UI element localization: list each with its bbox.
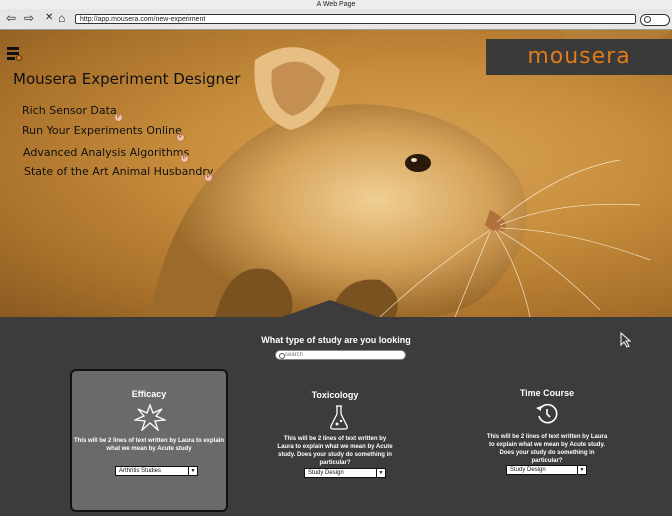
feature-label: Advanced Analysis Algorithms xyxy=(23,146,190,159)
feature-item[interactable]: Advanced Analysis Algorithms xyxy=(23,146,189,159)
mouse-cursor-icon xyxy=(620,332,632,348)
chevron-down-icon[interactable]: ▼ xyxy=(577,466,586,474)
select-value: Study Design xyxy=(308,470,344,476)
clock-reverse-icon xyxy=(536,403,558,424)
page-title: Mousera Experiment Designer xyxy=(13,70,241,88)
feature-item[interactable]: State of the Art Animal Husbandry xyxy=(24,165,213,178)
feature-badge[interactable]: P xyxy=(204,173,213,182)
feature-item[interactable]: Rich Sensor Data xyxy=(22,104,117,117)
window-title: A Web Page xyxy=(0,0,672,9)
chevron-down-icon[interactable]: ▼ xyxy=(376,469,385,477)
search-input[interactable] xyxy=(285,351,400,359)
select-value: Study Design xyxy=(510,467,546,473)
menu-icon[interactable] xyxy=(6,46,22,62)
card-title: Efficacy xyxy=(131,389,167,399)
card-title: Time Course xyxy=(519,388,575,398)
study-question: What type of study are you looking xyxy=(261,335,411,345)
brand-name: mousera xyxy=(527,44,631,69)
browser-search-field[interactable] xyxy=(640,14,670,26)
study-type-select[interactable]: Arthritis Studies ▼ xyxy=(115,466,198,476)
stop-button[interactable]: ✕ xyxy=(45,11,53,25)
feature-badge[interactable]: P xyxy=(180,154,189,163)
select-value: Arthritis Studies xyxy=(119,468,162,474)
forward-button[interactable]: ⇨ xyxy=(24,11,34,25)
feature-label: Rich Sensor Data xyxy=(22,104,117,117)
chevron-down-icon[interactable]: ▼ xyxy=(188,467,197,475)
card-description: This will be 2 lines of text written by … xyxy=(73,438,225,452)
card-description: This will be 2 lines of text written by … xyxy=(486,434,608,464)
feature-badge[interactable]: P xyxy=(114,113,123,122)
feature-label: Run Your Experiments Online xyxy=(22,124,182,137)
brand-logo: mousera xyxy=(486,39,672,75)
search-icon xyxy=(644,16,651,23)
feature-label: State of the Art Animal Husbandry xyxy=(24,165,214,178)
card-description: This will be 2 lines of text written by … xyxy=(277,436,393,466)
study-type-select[interactable]: Study Design ▼ xyxy=(304,468,386,478)
study-type-select[interactable]: Study Design ▼ xyxy=(506,465,587,475)
study-card-efficacy[interactable]: Efficacy This will be 2 lines of text wr… xyxy=(70,369,228,512)
section-notch xyxy=(282,300,378,317)
search-field[interactable] xyxy=(275,350,406,360)
flask-icon xyxy=(330,405,348,430)
study-card-toxicology[interactable]: Toxicology This will be 2 lines of text … xyxy=(275,380,395,490)
study-card-time-course[interactable]: Time Course This will be 2 lines of text… xyxy=(485,380,609,490)
back-button[interactable]: ⇦ xyxy=(6,11,16,25)
url-bar[interactable]: http://app.mousera.com/new-experiment xyxy=(75,14,636,24)
feature-badge[interactable]: P xyxy=(176,133,185,142)
card-title: Toxicology xyxy=(311,390,359,400)
feature-item[interactable]: Run Your Experiments Online xyxy=(22,124,182,137)
home-button[interactable]: ⌂ xyxy=(58,11,65,25)
starburst-icon xyxy=(134,403,166,431)
browser-toolbar: ⇦ ⇨ ✕ ⌂ http://app.mousera.com/new-exper… xyxy=(0,9,672,30)
